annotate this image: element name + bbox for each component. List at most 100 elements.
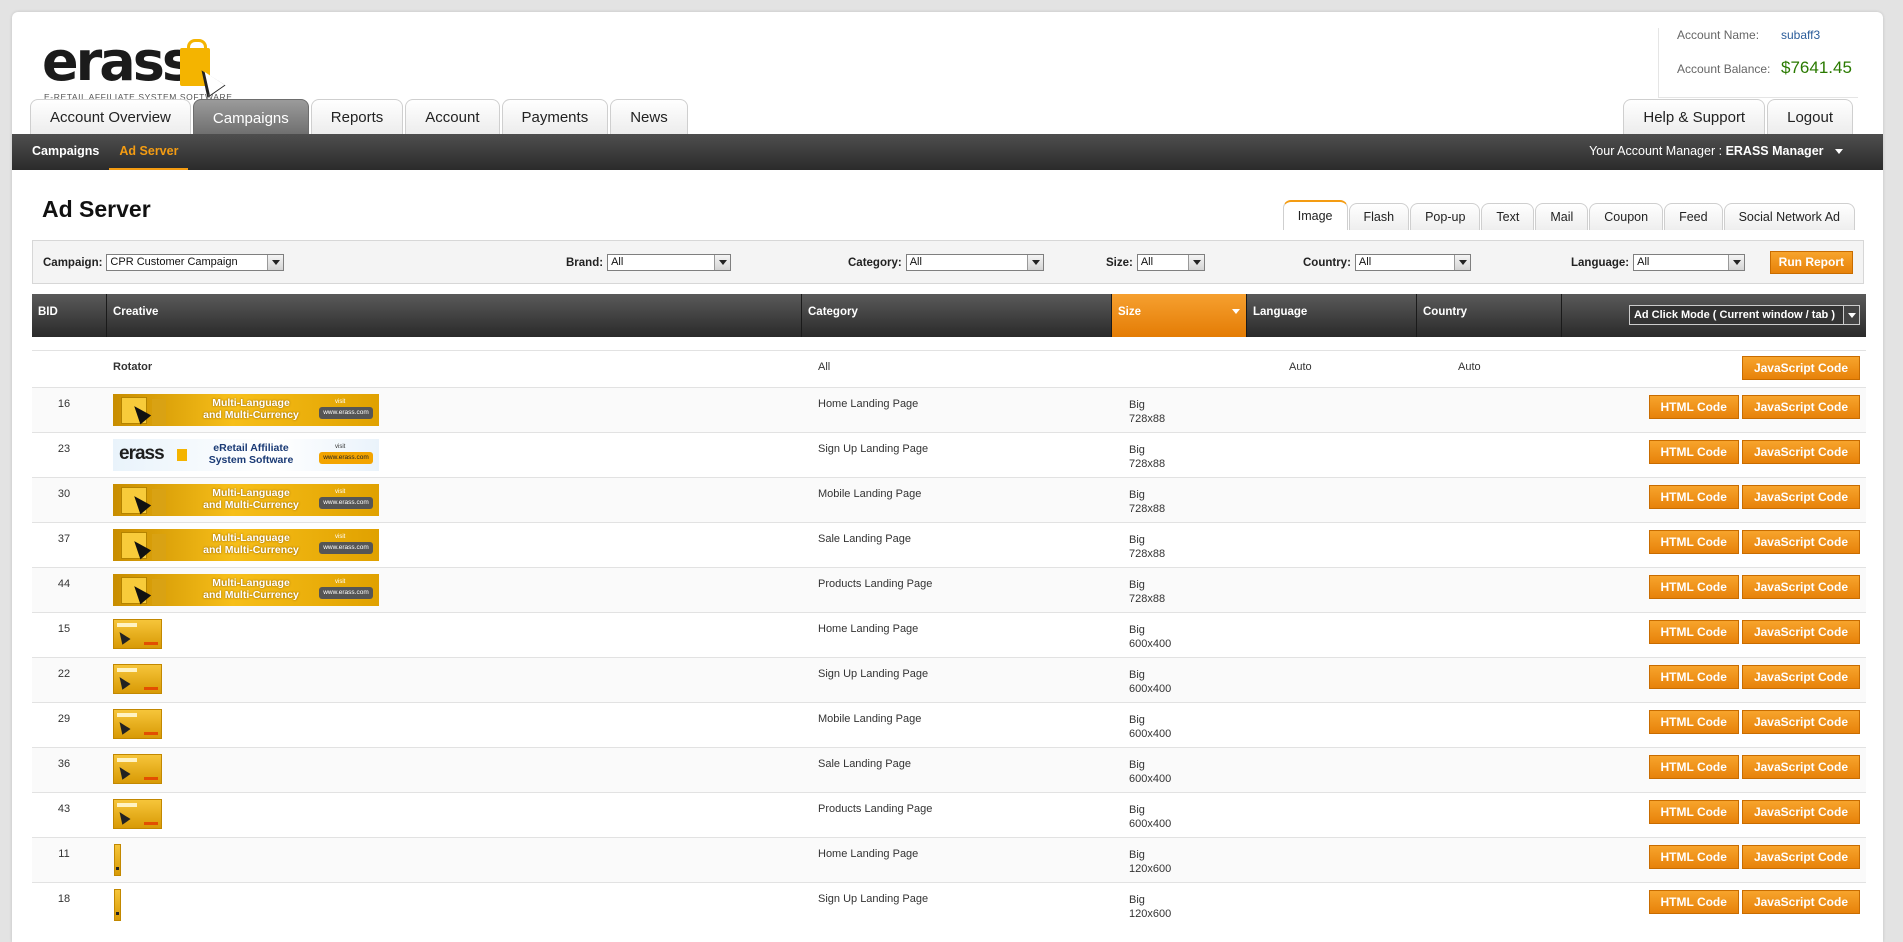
size-select-value: All xyxy=(1140,256,1154,268)
javascript-code-button[interactable]: JavaScript Code xyxy=(1741,395,1860,419)
javascript-code-button[interactable]: JavaScript Code xyxy=(1741,575,1860,599)
html-code-button[interactable]: HTML Code xyxy=(1648,395,1739,419)
html-code-button[interactable]: HTML Code xyxy=(1648,890,1739,914)
banner-url: www.erass.com xyxy=(319,587,373,599)
chevron-down-icon xyxy=(267,255,284,270)
tab-account[interactable]: Account xyxy=(405,99,500,135)
creative-banner-eretail[interactable]: erass eRetail Affiliate System Software v… xyxy=(113,439,379,471)
creative-banner-multi-language[interactable]: Multi-Language and Multi-Currency visit w… xyxy=(113,394,379,426)
creative-thumbnail[interactable] xyxy=(113,619,162,649)
col-size[interactable]: Size xyxy=(1112,294,1247,337)
javascript-code-button[interactable]: JavaScript Code xyxy=(1741,710,1860,734)
banner-url: www.erass.com xyxy=(319,407,373,419)
ad-click-mode-value: Ad Click Mode ( Current window / tab ) xyxy=(1633,309,1835,321)
html-code-button[interactable]: HTML Code xyxy=(1648,845,1739,869)
creative-thumbnail[interactable] xyxy=(113,709,162,739)
category-select[interactable]: All xyxy=(905,254,1044,271)
tab-feed[interactable]: Feed xyxy=(1664,203,1723,230)
table-row: 43 Products Landing Page Big 600x400 HTML… xyxy=(32,792,1866,837)
banner-text: Multi-Language and Multi-Currency xyxy=(203,397,299,421)
account-name[interactable]: subaff3 xyxy=(1781,28,1820,42)
creative-skyscraper[interactable] xyxy=(114,844,121,876)
table-row: 18 Sign Up Landing Page Big 120x600 HTML … xyxy=(32,882,1866,927)
javascript-code-button[interactable]: JavaScript Code xyxy=(1741,890,1860,914)
size-cell: Big 728x88 xyxy=(1129,488,1165,516)
creative-thumbnail[interactable] xyxy=(113,664,162,694)
javascript-code-button[interactable]: JavaScript Code xyxy=(1741,440,1860,464)
table-row-rotator: Rotator All Auto Auto JavaScript Code xyxy=(32,350,1866,387)
category-cell: Mobile Landing Page xyxy=(818,713,922,725)
country-select[interactable]: All xyxy=(1354,254,1471,271)
tab-coupon[interactable]: Coupon xyxy=(1589,203,1664,230)
html-code-button[interactable]: HTML Code xyxy=(1648,665,1739,689)
html-code-button[interactable]: HTML Code xyxy=(1648,575,1739,599)
html-code-button[interactable]: HTML Code xyxy=(1648,800,1739,824)
tab-social-network-ad[interactable]: Social Network Ad xyxy=(1723,203,1855,230)
row-actions: HTML Code JavaScript Code xyxy=(1646,710,1860,734)
tab-logout[interactable]: Logout xyxy=(1767,99,1853,135)
creative-banner-multi-language[interactable]: Multi-Language and Multi-Currency visit w… xyxy=(113,574,379,606)
html-code-button[interactable]: HTML Code xyxy=(1648,710,1739,734)
size-filter-label: Size: xyxy=(1106,256,1133,269)
bid-cell: 30 xyxy=(57,488,71,500)
ad-click-mode-select[interactable]: Ad Click Mode ( Current window / tab ) xyxy=(1628,305,1860,325)
tab-text[interactable]: Text xyxy=(1481,203,1535,230)
javascript-code-button[interactable]: JavaScript Code xyxy=(1741,356,1860,380)
row-actions: HTML Code JavaScript Code xyxy=(1646,800,1860,824)
tab-account-overview[interactable]: Account Overview xyxy=(30,99,191,135)
table-row: 11 Home Landing Page Big 120x600 HTML Cod… xyxy=(32,837,1866,882)
col-bid[interactable]: BID xyxy=(32,294,107,337)
language-select[interactable]: All xyxy=(1633,254,1746,271)
category-cell: Home Landing Page xyxy=(818,623,919,635)
bid-cell: 44 xyxy=(57,578,71,590)
col-creative[interactable]: Creative xyxy=(107,294,802,337)
col-country[interactable]: Country xyxy=(1417,294,1562,337)
campaign-select[interactable]: CPR Customer Campaign xyxy=(106,254,285,271)
javascript-code-button[interactable]: JavaScript Code xyxy=(1741,530,1860,554)
size-select[interactable]: All xyxy=(1136,254,1205,271)
html-code-button[interactable]: HTML Code xyxy=(1648,485,1739,509)
tab-flash[interactable]: Flash xyxy=(1348,203,1410,230)
html-code-button[interactable]: HTML Code xyxy=(1648,440,1739,464)
creative-banner-multi-language[interactable]: Multi-Language and Multi-Currency visit w… xyxy=(113,529,379,561)
size-cell: Big 600x400 xyxy=(1129,803,1171,831)
col-category[interactable]: Category xyxy=(802,294,1112,337)
run-report-button[interactable]: Run Report xyxy=(1769,251,1853,274)
creative-skyscraper[interactable] xyxy=(114,889,121,921)
creative-thumbnail[interactable] xyxy=(113,754,162,784)
erass-logo[interactable]: erass E-RETAIL AFFILIATE SYSTEM SOFTWARE xyxy=(42,32,232,103)
tab-payments[interactable]: Payments xyxy=(501,99,609,135)
javascript-code-button[interactable]: JavaScript Code xyxy=(1741,845,1860,869)
size-cell: Big 728x88 xyxy=(1129,578,1165,606)
tab-help-support[interactable]: Help & Support xyxy=(1623,99,1766,135)
sort-desc-icon xyxy=(1232,309,1240,314)
javascript-code-button[interactable]: JavaScript Code xyxy=(1741,755,1860,779)
category-cell: Sale Landing Page xyxy=(818,533,911,545)
tab-mail[interactable]: Mail xyxy=(1535,203,1589,230)
html-code-button[interactable]: HTML Code xyxy=(1648,620,1739,644)
brand-select[interactable]: All xyxy=(607,254,732,271)
javascript-code-button[interactable]: JavaScript Code xyxy=(1741,620,1860,644)
subnav-ad-server[interactable]: Ad Server xyxy=(109,134,189,170)
html-code-button[interactable]: HTML Code xyxy=(1648,530,1739,554)
javascript-code-button[interactable]: JavaScript Code xyxy=(1741,665,1860,689)
creative-banner-multi-language[interactable]: Multi-Language and Multi-Currency visit w… xyxy=(113,484,379,516)
html-code-button[interactable]: HTML Code xyxy=(1648,755,1739,779)
brand-select-value: All xyxy=(611,256,624,268)
creative-thumbnail[interactable] xyxy=(113,799,162,829)
bid-cell: 22 xyxy=(57,668,71,680)
tab-campaigns[interactable]: Campaigns xyxy=(192,99,309,136)
tab-popup[interactable]: Pop-up xyxy=(1410,203,1481,230)
size-cell: Big 728x88 xyxy=(1129,398,1165,426)
bid-cell: 23 xyxy=(57,443,71,455)
tab-reports[interactable]: Reports xyxy=(310,99,404,135)
col-language[interactable]: Language xyxy=(1247,294,1417,337)
javascript-code-button[interactable]: JavaScript Code xyxy=(1741,800,1860,824)
rotator-creative: Rotator xyxy=(113,361,153,373)
javascript-code-button[interactable]: JavaScript Code xyxy=(1741,485,1860,509)
tab-image[interactable]: Image xyxy=(1282,200,1348,230)
size-filter: Size: All xyxy=(1106,254,1205,271)
tab-news[interactable]: News xyxy=(610,99,688,135)
subnav-campaigns[interactable]: Campaigns xyxy=(22,134,109,170)
account-manager[interactable]: Your Account Manager : ERASS Manager xyxy=(1589,134,1843,168)
